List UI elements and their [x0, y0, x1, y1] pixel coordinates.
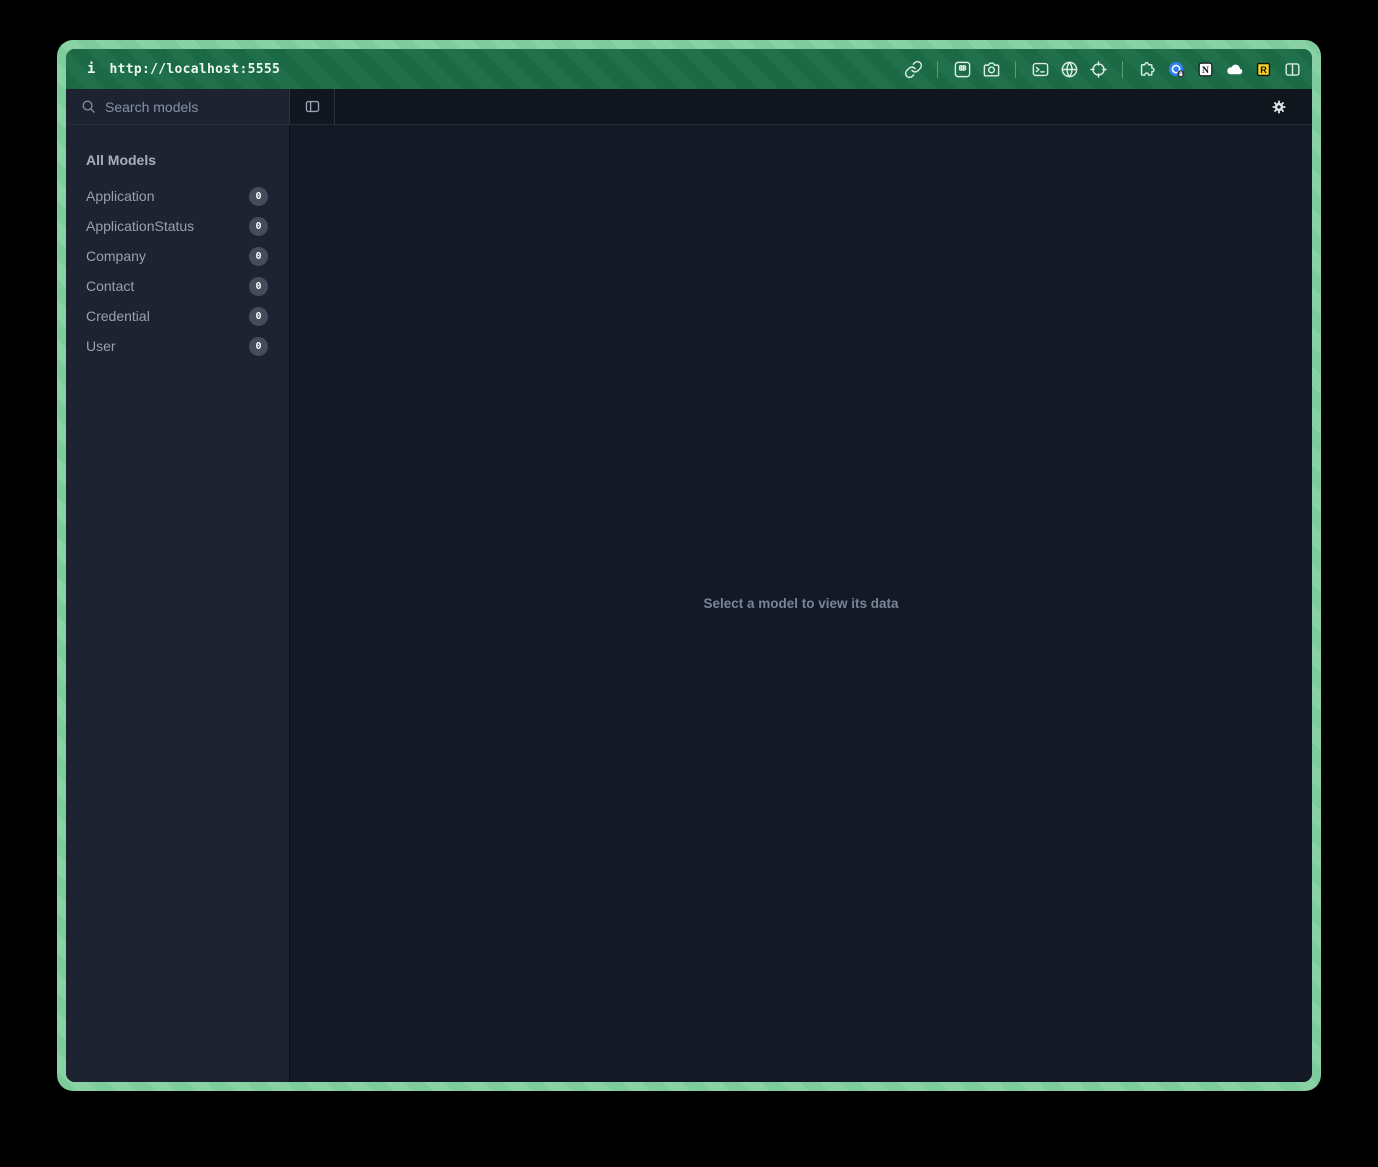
app-topbar	[66, 89, 1312, 125]
address-url[interactable]: http://localhost:5555	[109, 62, 280, 77]
notion-icon[interactable]: N	[1195, 59, 1215, 79]
count-badge: 0	[249, 217, 268, 236]
search-input[interactable]	[105, 99, 279, 115]
sidebar-item-user[interactable]: User 0	[86, 331, 268, 361]
models-sidebar: All Models Application 0 ApplicationStat…	[66, 125, 290, 1082]
globe-icon[interactable]	[1059, 59, 1079, 79]
model-name: Application	[86, 188, 155, 204]
empty-state-message: Select a model to view its data	[703, 596, 898, 611]
cloud-icon[interactable]	[1224, 59, 1244, 79]
window-titlebar: i http://localhost:5555	[66, 49, 1312, 89]
settings-gear-icon[interactable]	[1271, 99, 1287, 115]
search-icon	[81, 99, 96, 114]
count-badge: 0	[249, 247, 268, 266]
data-view-area: Select a model to view its data	[290, 125, 1312, 1082]
sidebar-header: All Models	[86, 152, 268, 168]
browser-window: i http://localhost:5555	[57, 40, 1321, 1091]
count-badge: 0	[249, 187, 268, 206]
count-badge: 0	[249, 307, 268, 326]
search-bar[interactable]	[66, 89, 290, 124]
model-name: User	[86, 338, 116, 354]
titlebar-separator	[1122, 61, 1123, 78]
split-view-icon[interactable]	[1282, 59, 1302, 79]
titlebar-separator	[937, 61, 938, 78]
sidebar-item-application[interactable]: Application 0	[86, 181, 268, 211]
refined-github-icon[interactable]: R	[1253, 59, 1273, 79]
model-name: Contact	[86, 278, 134, 294]
main-toolbar	[335, 89, 1312, 124]
sidebar-item-credential[interactable]: Credential 0	[86, 301, 268, 331]
model-list: Application 0 ApplicationStatus 0 Compan…	[86, 181, 268, 361]
titlebar-icon-row: N R	[903, 59, 1302, 79]
puzzle-extension-icon[interactable]	[1137, 59, 1157, 79]
sidebar-toggle-section	[290, 89, 335, 124]
image-icon[interactable]	[952, 59, 972, 79]
svg-text:N: N	[1201, 64, 1208, 75]
link-icon[interactable]	[903, 59, 923, 79]
sidebar-item-company[interactable]: Company 0	[86, 241, 268, 271]
count-badge: 0	[249, 337, 268, 356]
camera-icon[interactable]	[981, 59, 1001, 79]
crosshair-icon[interactable]	[1088, 59, 1108, 79]
model-name: Credential	[86, 308, 150, 324]
titlebar-separator	[1015, 61, 1016, 78]
terminal-icon[interactable]	[1030, 59, 1050, 79]
count-badge: 0	[249, 277, 268, 296]
sidebar-item-applicationstatus[interactable]: ApplicationStatus 0	[86, 211, 268, 241]
model-name: ApplicationStatus	[86, 218, 194, 234]
sidebar-item-contact[interactable]: Contact 0	[86, 271, 268, 301]
onepassword-icon[interactable]	[1166, 59, 1186, 79]
model-name: Company	[86, 248, 146, 264]
app-body: All Models Application 0 ApplicationStat…	[66, 125, 1312, 1082]
svg-text:R: R	[1260, 64, 1267, 74]
sidebar-toggle-icon[interactable]	[304, 98, 321, 115]
window-content: i http://localhost:5555	[66, 49, 1312, 1082]
info-icon: i	[87, 61, 95, 77]
